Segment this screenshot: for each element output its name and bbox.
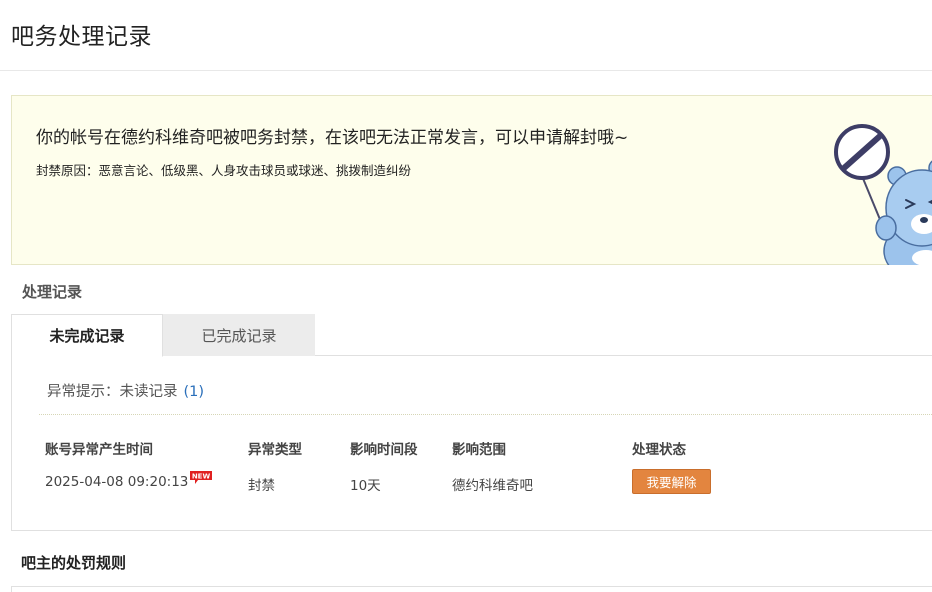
record-type: 封禁 xyxy=(248,478,275,494)
records-tabs: 未完成记录 已完成记录 xyxy=(11,314,932,357)
page-title: 吧务处理记录 xyxy=(11,24,152,50)
ban-notice-banner: 你的帐号在德约科维奇吧被吧务封禁，在该吧无法正常发言，可以申请解封哦~ 封禁原因… xyxy=(11,95,932,265)
tab-completed-records[interactable]: 已完成记录 xyxy=(163,314,315,356)
dotted-divider xyxy=(39,414,932,415)
record-scope: 德约科维奇吧 xyxy=(452,478,533,494)
records-panel: 异常提示：未读记录 (1) 账号异常产生时间 异常类型 影响时间段 影响范围 处理… xyxy=(11,355,932,531)
ban-reason-text: 恶意言论、低级黑、人身攻击球员或球迷、挑拨制造纠纷 xyxy=(98,163,412,178)
column-header-type: 异常类型 xyxy=(248,442,302,458)
tab-incomplete-records[interactable]: 未完成记录 xyxy=(11,314,163,357)
records-section-title: 处理记录 xyxy=(22,283,83,301)
rules-panel xyxy=(11,586,932,592)
request-unban-button[interactable]: 我要解除 xyxy=(632,469,711,494)
ban-notice-message: 你的帐号在德约科维奇吧被吧务封禁，在该吧无法正常发言，可以申请解封哦~ xyxy=(36,128,629,148)
new-badge-text: NEW xyxy=(192,473,211,481)
new-badge-icon: NEW xyxy=(190,471,213,489)
column-header-status: 处理状态 xyxy=(632,442,686,458)
record-duration: 10天 xyxy=(350,478,381,494)
rules-section-title: 吧主的处罚规则 xyxy=(21,554,127,572)
unread-alert: 异常提示：未读记录 (1) xyxy=(47,380,204,401)
column-header-scope: 影响范围 xyxy=(452,442,506,458)
column-header-duration: 影响时间段 xyxy=(350,442,418,458)
ban-reason: 封禁原因：恶意言论、低级黑、人身攻击球员或球迷、挑拨制造纠纷 xyxy=(36,160,411,179)
unread-alert-count[interactable]: (1) xyxy=(184,384,205,400)
column-header-time: 账号异常产生时间 xyxy=(45,442,153,458)
unread-alert-label: 异常提示：未读记录 xyxy=(47,384,178,400)
record-time: 2025-04-08 09:20:13 xyxy=(45,474,189,490)
ban-reason-label: 封禁原因： xyxy=(36,163,99,178)
title-divider xyxy=(0,70,932,71)
record-time-cell: 2025-04-08 09:20:13 NEW xyxy=(45,471,213,490)
prohibited-sign-bear-icon xyxy=(814,116,932,265)
